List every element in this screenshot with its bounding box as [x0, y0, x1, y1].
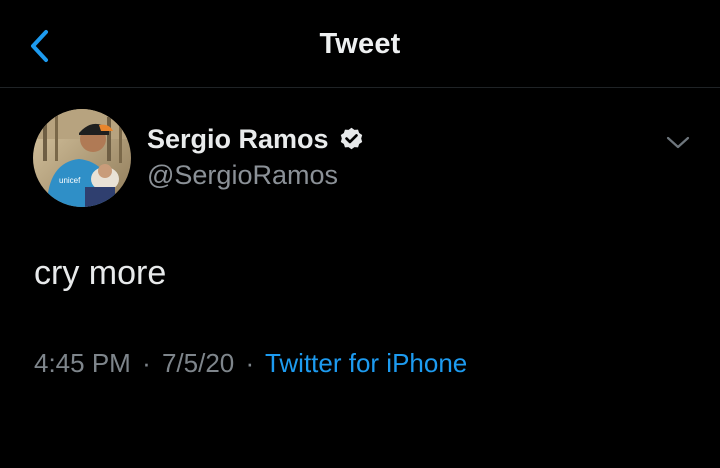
- navigation-header: Tweet: [0, 0, 720, 88]
- meta-separator: ·: [245, 348, 255, 378]
- tweet-menu-button[interactable]: [664, 133, 692, 153]
- verified-badge-icon: [340, 127, 362, 150]
- page-title: Tweet: [319, 28, 401, 60]
- author-name: Sergio Ramos: [147, 124, 329, 154]
- tweet-metadata: 4:45 PM · 7/5/20 · Twitter for iPhone: [34, 348, 467, 379]
- tweet-text: cry more: [34, 254, 167, 292]
- tweet-time: 4:45 PM: [34, 348, 131, 378]
- author-handle[interactable]: @SergioRamos: [147, 160, 338, 191]
- author-name-row[interactable]: Sergio Ramos: [147, 124, 365, 155]
- tweet-date: 7/5/20: [161, 348, 235, 378]
- avatar-photo: unicef: [33, 109, 131, 207]
- avatar[interactable]: unicef: [33, 109, 131, 207]
- tweet-source-link[interactable]: Twitter for iPhone: [265, 348, 467, 378]
- chevron-down-icon: [666, 136, 690, 149]
- meta-separator: ·: [142, 348, 151, 378]
- svg-text:unicef: unicef: [59, 176, 81, 185]
